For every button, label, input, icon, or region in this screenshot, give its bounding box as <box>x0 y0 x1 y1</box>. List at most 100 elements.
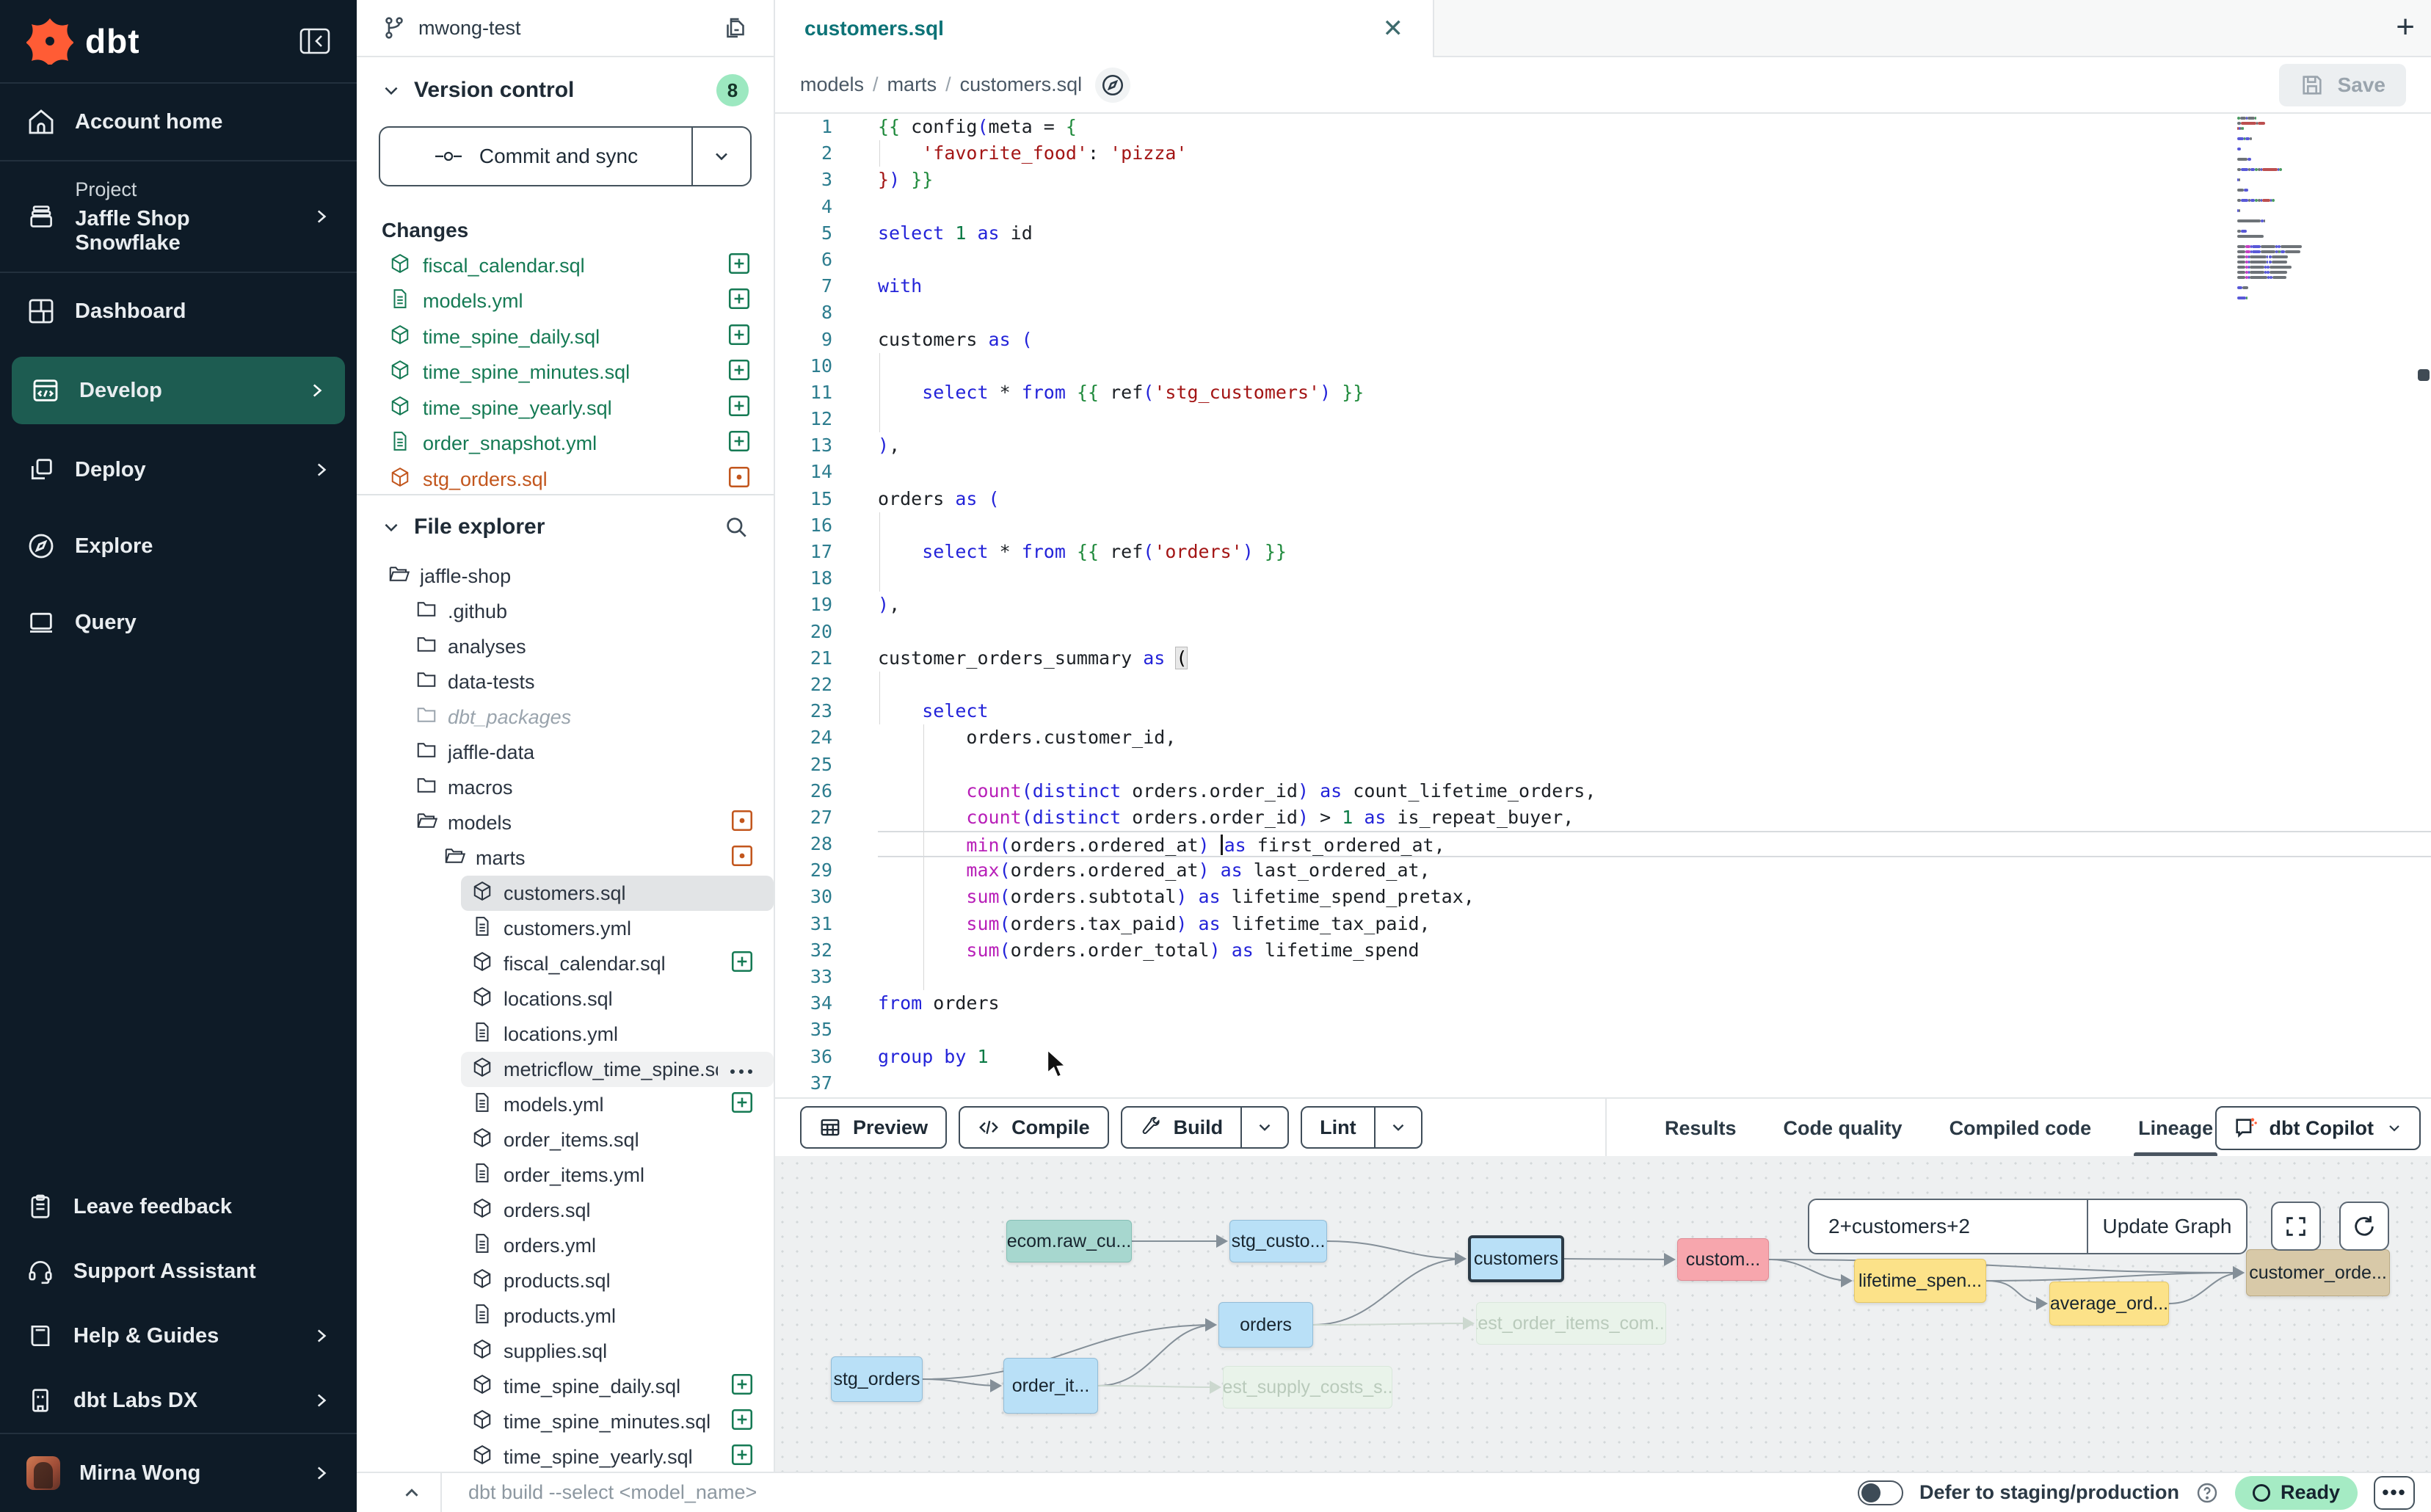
file-row-fiscal-calendar-sql[interactable]: fiscal_calendar.sql <box>461 946 774 981</box>
lineage-node-life[interactable]: lifetime_spen... <box>1854 1259 1986 1303</box>
file-row-locations-sql[interactable]: locations.sql <box>461 981 774 1017</box>
lineage-node-corde[interactable]: customer_orde... <box>2246 1249 2390 1296</box>
lineage-node-tsup[interactable]: test_supply_costs_s... <box>1223 1366 1392 1409</box>
sidebar-item-user[interactable]: Mirna Wong <box>0 1434 357 1512</box>
code-line-25[interactable]: 25 <box>775 752 2431 778</box>
code-line-32[interactable]: 32 sum(orders.order_total) as lifetime_s… <box>775 937 2431 964</box>
plus-action-icon[interactable] <box>727 429 752 459</box>
lineage-node-pink[interactable]: custom... <box>1677 1238 1769 1281</box>
code-line-20[interactable]: 20 <box>775 619 2431 645</box>
code-line-14[interactable]: 14 <box>775 459 2431 485</box>
plus-action-icon[interactable] <box>727 393 752 424</box>
code-line-36[interactable]: 36group by 1 <box>775 1044 2431 1070</box>
change-row[interactable]: time_spine_minutes.sql <box>357 355 774 391</box>
code-line-12[interactable]: 12 <box>775 406 2431 432</box>
sidebar-item-support-assistant[interactable]: Support Assistant <box>0 1239 357 1304</box>
file-row-products-yml[interactable]: products.yml <box>461 1298 774 1334</box>
code-line-29[interactable]: 29 max(orders.ordered_at) as last_ordere… <box>775 857 2431 884</box>
sidebar-item-deploy[interactable]: Deploy <box>0 432 357 508</box>
plus-action-icon[interactable] <box>727 357 752 388</box>
lineage-node-avg[interactable]: average_ord... <box>2049 1282 2169 1326</box>
code-line-34[interactable]: 34from orders <box>775 990 2431 1017</box>
plus-action-icon[interactable] <box>727 322 752 352</box>
lint-button[interactable]: Lint <box>1301 1106 1422 1149</box>
file-row-time-spine-yearly-sql[interactable]: time_spine_yearly.sql <box>461 1439 774 1475</box>
file-row-marts[interactable]: marts <box>433 840 774 876</box>
change-row[interactable]: stg_orders.sql <box>357 462 774 494</box>
lineage-node-stgc[interactable]: stg_custo... <box>1229 1220 1327 1262</box>
editor-minimap[interactable] <box>2237 117 2319 312</box>
file-row-customers-yml[interactable]: customers.yml <box>461 911 774 946</box>
file-row-order-items-yml[interactable]: order_items.yml <box>461 1157 774 1193</box>
sidebar-item-explore[interactable]: Explore <box>0 508 357 584</box>
code-line-31[interactable]: 31 sum(orders.tax_paid) as lifetime_tax_… <box>775 911 2431 937</box>
file-row-orders-yml[interactable]: orders.yml <box>461 1228 774 1263</box>
file-row-order-items-sql[interactable]: order_items.sql <box>461 1122 774 1157</box>
code-line-16[interactable]: 16 <box>775 512 2431 539</box>
sidebar-item-query[interactable]: Query <box>0 584 357 661</box>
sidebar-item-leave-feedback[interactable]: Leave feedback <box>0 1174 357 1239</box>
code-line-19[interactable]: 19), <box>775 592 2431 618</box>
code-line-35[interactable]: 35 <box>775 1017 2431 1043</box>
file-row-analyses[interactable]: analyses <box>405 629 774 664</box>
code-line-17[interactable]: 17 select * from {{ ref('orders') }} <box>775 539 2431 565</box>
preview-button[interactable]: Preview <box>800 1106 947 1149</box>
code-line-33[interactable]: 33 <box>775 964 2431 990</box>
change-row[interactable]: time_spine_yearly.sql <box>357 390 774 426</box>
code-line-5[interactable]: 5select 1 as id <box>775 220 2431 247</box>
lineage-node-sord[interactable]: stg_orders <box>831 1356 923 1402</box>
lineage-node-orders[interactable]: orders <box>1218 1302 1313 1348</box>
code-line-26[interactable]: 26 count(distinct orders.order_id) as co… <box>775 778 2431 804</box>
file-explorer-header[interactable]: File explorer <box>357 495 774 559</box>
dot-action-icon[interactable] <box>730 843 755 873</box>
explore-lineage-compass-icon[interactable] <box>1095 68 1130 103</box>
plus-action-icon[interactable] <box>727 286 752 316</box>
code-line-23[interactable]: 23 select <box>775 698 2431 724</box>
file-row-orders-sql[interactable]: orders.sql <box>461 1193 774 1228</box>
plus-action-icon[interactable] <box>730 949 755 979</box>
lineage-search-input[interactable]: 2+customers+2 <box>1809 1200 2087 1253</box>
code-line-7[interactable]: 7with <box>775 273 2431 299</box>
code-line-4[interactable]: 4 <box>775 194 2431 220</box>
dot-action-icon[interactable] <box>727 465 752 494</box>
file-row-jaffle-data[interactable]: jaffle-data <box>405 735 774 770</box>
lineage-node-cust[interactable]: customers <box>1468 1235 1564 1282</box>
file-row-models-yml[interactable]: models.yml <box>461 1087 774 1122</box>
status-badge-ready[interactable]: Ready <box>2235 1476 2358 1510</box>
file-row-jaffle-shop[interactable]: jaffle-shop <box>377 559 774 594</box>
change-row[interactable]: models.yml <box>357 284 774 320</box>
code-line-11[interactable]: 11 select * from {{ ref('stg_customers')… <box>775 379 2431 406</box>
update-graph-button[interactable]: Update Graph <box>2087 1200 2246 1253</box>
tab-code-quality[interactable]: Code quality <box>1784 1099 1903 1157</box>
code-line-37[interactable]: 37 <box>775 1070 2431 1097</box>
refresh-button[interactable] <box>2339 1202 2389 1251</box>
version-control-header[interactable]: Version control 8 <box>357 57 774 123</box>
build-button[interactable]: Build <box>1121 1106 1290 1149</box>
commit-options-chevron[interactable] <box>691 128 750 185</box>
file-row-metricflow-time-spine-sql[interactable]: metricflow_time_spine.sql <box>461 1052 774 1087</box>
dbt-copilot-button[interactable]: dbt Copilot <box>2215 1106 2421 1150</box>
change-row[interactable]: time_spine_daily.sql <box>357 319 774 355</box>
code-line-1[interactable]: 1{{ config(meta = { <box>775 114 2431 140</box>
sidebar-item-dashboard[interactable]: Dashboard <box>0 273 357 349</box>
file-row--github[interactable]: .github <box>405 594 774 629</box>
breadcrumb-file[interactable]: customers.sql <box>960 73 1083 95</box>
tab-compiled-code[interactable]: Compiled code <box>1949 1099 2092 1157</box>
code-line-10[interactable]: 10 <box>775 353 2431 379</box>
fullscreen-button[interactable] <box>2271 1202 2321 1251</box>
lineage-canvas[interactable]: ecom.raw_cu...stg_custo...customerscusto… <box>775 1156 2431 1472</box>
menu-action-icon[interactable] <box>728 1058 755 1081</box>
code-line-15[interactable]: 15orders as ( <box>775 486 2431 512</box>
code-line-3[interactable]: 3}) }} <box>775 167 2431 193</box>
code-line-22[interactable]: 22 <box>775 672 2431 698</box>
file-row-products-sql[interactable]: products.sql <box>461 1263 774 1298</box>
help-circle-icon[interactable] <box>2195 1481 2219 1505</box>
code-line-6[interactable]: 6 <box>775 247 2431 273</box>
sidebar-item-account-home[interactable]: Account home <box>0 84 357 160</box>
plus-action-icon[interactable] <box>730 1372 755 1402</box>
code-editor[interactable]: 1{{ config(meta = {2 'favorite_food': 'p… <box>775 114 2431 1097</box>
editor-scrollbar-thumb[interactable] <box>2418 369 2430 381</box>
tab-customers-sql[interactable]: customers.sql ✕ <box>775 0 1434 57</box>
command-input[interactable]: dbt build --select <model_name> <box>468 1481 757 1504</box>
sidebar-collapse-icon[interactable] <box>299 28 330 54</box>
